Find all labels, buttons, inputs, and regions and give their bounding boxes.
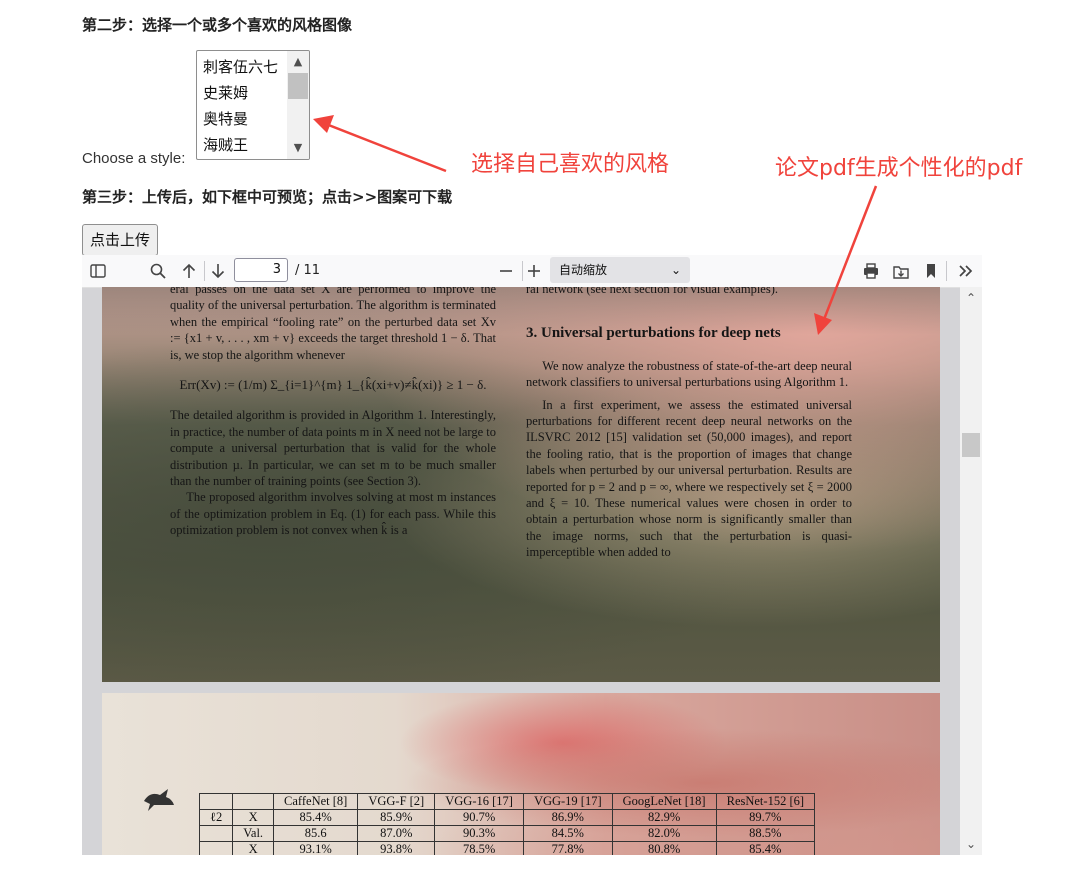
sidebar-toggle-icon[interactable]	[86, 259, 110, 283]
table-cell: X	[232, 809, 275, 826]
minus-icon[interactable]	[494, 259, 518, 283]
print-icon[interactable]	[859, 259, 883, 283]
page-left-column: eral passes on the data set X are perfor…	[170, 287, 496, 539]
style-option-1[interactable]: 刺客伍六七	[203, 54, 278, 80]
style-option-3[interactable]: 奥特曼	[203, 106, 248, 132]
upload-button[interactable]: 点击上传	[82, 224, 158, 256]
scroll-down-icon[interactable]: ⌄	[960, 835, 982, 853]
annotation-select-style: 选择自己喜欢的风格	[471, 152, 670, 177]
plus-icon[interactable]	[522, 259, 546, 283]
table-cell: 80.8%	[611, 841, 717, 855]
table-cell: Val.	[232, 825, 275, 842]
table-cell: 85.4%	[715, 841, 816, 855]
table-cell: 89.7%	[715, 809, 816, 826]
pdf-vertical-scrollbar[interactable]: ⌃ ⌄	[960, 287, 982, 855]
zoom-select[interactable]: 自动缩放 ⌄	[550, 257, 690, 283]
style-listbox[interactable]: 刺客伍六七 史莱姆 奥特曼 海贼王 ▲ ▼	[196, 50, 310, 160]
listbox-scroll-thumb[interactable]	[288, 73, 308, 99]
scroll-thumb[interactable]	[962, 433, 980, 457]
page-right-column: ral network (see next section for visual…	[526, 287, 852, 561]
table-header-cell	[198, 793, 234, 810]
table-cell: 77.8%	[522, 841, 613, 855]
style-option-2[interactable]: 史莱姆	[203, 80, 248, 106]
table-cell	[198, 825, 234, 842]
table-cell: 82.9%	[611, 809, 717, 826]
toolbar-separator	[204, 261, 205, 281]
paragraph: The detailed algorithm is provided in Al…	[170, 408, 496, 489]
chevron-down-icon: ⌄	[670, 263, 681, 277]
pdf-toolbar: 3 / 11 自动缩放 ⌄	[82, 255, 982, 288]
table-cell: 87.0%	[357, 825, 436, 842]
table-cell: 82.0%	[611, 825, 717, 842]
table-row: Val. 85.6 87.0% 90.3% 84.5% 82.0% 88.5%	[198, 825, 816, 842]
more-tools-icon[interactable]	[954, 259, 978, 283]
page-count: / 11	[295, 263, 321, 278]
step2-title: 第二步：选择一个或多个喜欢的风格图像	[82, 16, 353, 34]
listbox-scroll-down-icon[interactable]: ▼	[287, 139, 309, 157]
table-header-cell: CaffeNet [8]	[273, 793, 359, 810]
table-cell: 85.9%	[357, 809, 436, 826]
table-cell: 93.8%	[357, 841, 436, 855]
table-cell: 90.7%	[434, 809, 524, 826]
listbox-scrollbar[interactable]: ▲ ▼	[287, 51, 309, 159]
table-cell: X	[232, 841, 275, 855]
style-label: Choose a style:	[82, 150, 186, 167]
table-header-cell	[232, 793, 275, 810]
table-cell: 86.9%	[522, 809, 613, 826]
scroll-up-icon[interactable]: ⌃	[960, 289, 982, 307]
table-cell: 90.3%	[434, 825, 524, 842]
table-row: CaffeNet [8] VGG-F [2] VGG-16 [17] VGG-1…	[198, 793, 816, 810]
table-cell: 84.5%	[522, 825, 613, 842]
toolbar-separator	[946, 261, 947, 281]
search-icon[interactable]	[146, 259, 170, 283]
bird-icon	[144, 789, 174, 811]
pdf-page-3: eral passes on the data set X are perfor…	[102, 287, 940, 682]
arrow-icon	[313, 115, 447, 173]
paragraph: In a first experiment, we assess the est…	[526, 397, 852, 560]
paragraph: ral network (see next section for visual…	[526, 287, 778, 296]
table-header-cell: GoogLeNet [18]	[611, 793, 717, 810]
table-header-cell: ResNet-152 [6]	[715, 793, 816, 810]
step3-title: 第三步：上传后，如下框中可预览；点击>>图案可下载	[82, 188, 453, 206]
arrow-up-icon[interactable]	[177, 259, 201, 283]
table-header-cell: VGG-F [2]	[357, 793, 436, 810]
table-cell	[198, 841, 234, 855]
table-cell: 85.6	[273, 825, 359, 842]
table-cell: ℓ2	[198, 809, 234, 826]
table-cell: 78.5%	[434, 841, 524, 855]
arrow-down-icon[interactable]	[206, 259, 230, 283]
listbox-scroll-up-icon[interactable]: ▲	[287, 53, 309, 71]
style-option-4[interactable]: 海贼王	[203, 132, 248, 158]
bookmark-icon[interactable]	[919, 259, 943, 283]
paragraph: The proposed algorithm involves solving …	[170, 490, 496, 538]
table-row: ℓ2 X 85.4% 85.9% 90.7% 86.9% 82.9% 89.7%	[198, 809, 816, 826]
page-number-input[interactable]: 3	[234, 258, 288, 282]
results-table: CaffeNet [8] VGG-F [2] VGG-16 [17] VGG-1…	[198, 793, 816, 855]
table-header-cell: VGG-16 [17]	[434, 793, 524, 810]
download-icon[interactable]	[889, 259, 913, 283]
equation: Err(Xv) := (1/m) Σ_{i=1}^{m} 1_{k̂(xi+v)…	[179, 377, 487, 393]
pdf-page-4: CaffeNet [8] VGG-F [2] VGG-16 [17] VGG-1…	[102, 693, 940, 855]
table-cell: 85.4%	[273, 809, 359, 826]
table-cell: 88.5%	[715, 825, 816, 842]
table-row: X 93.1% 93.8% 78.5% 77.8% 80.8% 85.4%	[198, 841, 816, 855]
zoom-value: 自动缩放	[559, 263, 608, 277]
paragraph: eral passes on the data set X are perfor…	[170, 287, 496, 362]
annotation-pdf-generate: 论文pdf生成个性化的pdf	[775, 156, 1023, 181]
section-heading: 3. Universal perturbations for deep nets	[526, 325, 781, 342]
table-header-cell: VGG-19 [17]	[522, 793, 613, 810]
paragraph: We now analyze the robustness of state-o…	[526, 358, 852, 390]
pdf-viewer: 3 / 11 自动缩放 ⌄ eral passes on the data se…	[82, 255, 982, 855]
table-cell: 93.1%	[273, 841, 359, 855]
